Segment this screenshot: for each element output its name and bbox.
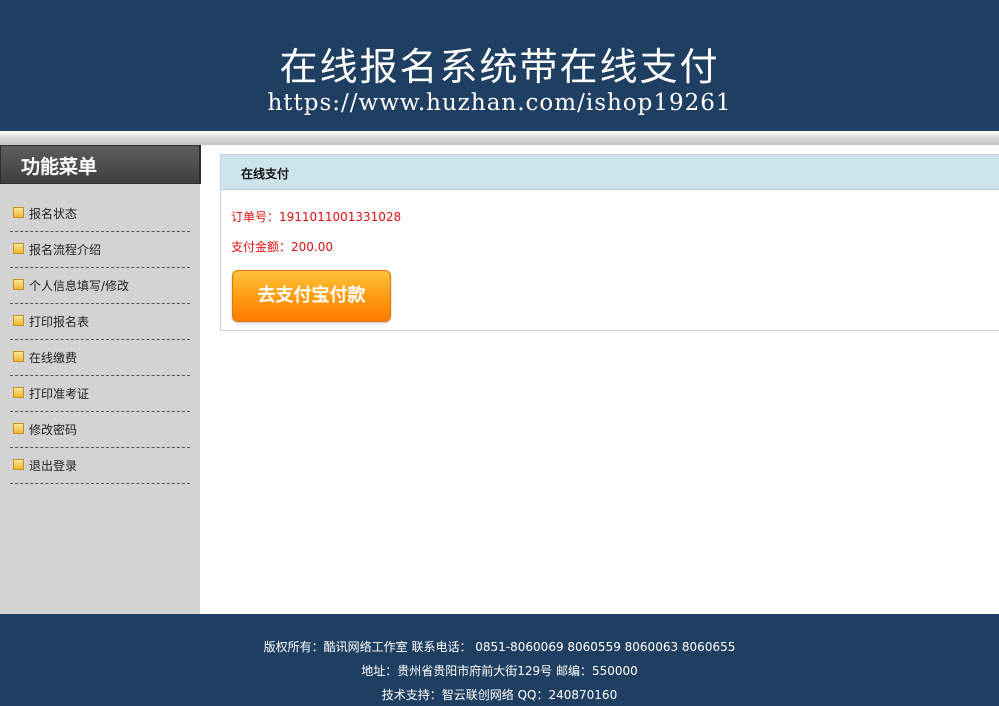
order-number-label: 订单号： — [231, 210, 280, 224]
sidebar-item-label[interactable]: 个人信息填写/修改 — [29, 277, 129, 294]
menu-bullet-icon — [13, 387, 24, 398]
payment-panel-title: 在线支付 — [241, 167, 290, 181]
menu-bullet-icon — [13, 423, 24, 434]
sidebar-menu: 报名状态 报名流程介绍 个人信息填写/修改 打印报名表 在线缴费 打印准考证 修… — [10, 196, 190, 484]
sidebar-item-label[interactable]: 打印准考证 — [29, 385, 89, 402]
payment-panel-header: 在线支付 — [221, 155, 999, 190]
sidebar-item-logout[interactable]: 退出登录 — [10, 448, 190, 484]
menu-bullet-icon — [13, 315, 24, 326]
sidebar-item-label[interactable]: 报名流程介绍 — [29, 241, 101, 258]
order-number-value: 1911011001331028 — [279, 210, 402, 224]
payment-panel: 在线支付 订单号：1911011001331028 支付金额：200.00 去支… — [220, 154, 999, 331]
menu-bullet-icon — [13, 207, 24, 218]
payment-amount-label: 支付金额： — [231, 240, 292, 254]
order-number-row: 订单号：1911011001331028 — [231, 208, 401, 225]
site-header: 在线报名系统带在线支付 https://www.huzhan.com/ishop… — [0, 0, 999, 131]
footer-tech-support: 技术支持：智云联创网络 QQ：240870160 — [381, 688, 618, 702]
site-url: https://www.huzhan.com/ishop19261 — [267, 90, 732, 116]
sidebar-item-label[interactable]: 在线缴费 — [29, 349, 77, 366]
sidebar-item-online-payment[interactable]: 在线缴费 — [10, 340, 190, 376]
sidebar: 功能菜单 报名状态 报名流程介绍 个人信息填写/修改 打印报名表 在线缴费 打印… — [0, 145, 201, 614]
sidebar-item-personal-info[interactable]: 个人信息填写/修改 — [10, 268, 190, 304]
site-title: 在线报名系统带在线支付 — [279, 45, 720, 89]
sidebar-item-process-intro[interactable]: 报名流程介绍 — [10, 232, 190, 268]
sidebar-item-registration-status[interactable]: 报名状态 — [10, 196, 190, 232]
sidebar-item-label[interactable]: 修改密码 — [29, 421, 77, 438]
payment-amount-value: 200.00 — [291, 240, 334, 254]
sidebar-title-bar: 功能菜单 — [0, 145, 201, 184]
sidebar-item-change-password[interactable]: 修改密码 — [10, 412, 190, 448]
sidebar-item-label[interactable]: 打印报名表 — [29, 313, 89, 330]
menu-bullet-icon — [13, 243, 24, 254]
sidebar-item-print-form[interactable]: 打印报名表 — [10, 304, 190, 340]
alipay-pay-button[interactable]: 去支付宝付款 — [232, 270, 391, 322]
menu-bullet-icon — [13, 351, 24, 362]
header-divider — [0, 131, 999, 145]
sidebar-item-label[interactable]: 报名状态 — [29, 205, 77, 222]
sidebar-title: 功能菜单 — [21, 156, 98, 178]
menu-bullet-icon — [13, 459, 24, 470]
menu-bullet-icon — [13, 279, 24, 290]
footer-copyright: 版权所有：酷讯网络工作室 联系电话： 0851-8060069 8060559 … — [263, 640, 736, 654]
sidebar-item-label[interactable]: 退出登录 — [29, 457, 77, 474]
footer-address: 地址：贵州省贵阳市府前大街129号 邮编：550000 — [361, 664, 638, 678]
sidebar-item-print-admission-ticket[interactable]: 打印准考证 — [10, 376, 190, 412]
payment-amount-row: 支付金额：200.00 — [231, 238, 333, 255]
site-footer: 版权所有：酷讯网络工作室 联系电话： 0851-8060069 8060559 … — [0, 614, 999, 706]
